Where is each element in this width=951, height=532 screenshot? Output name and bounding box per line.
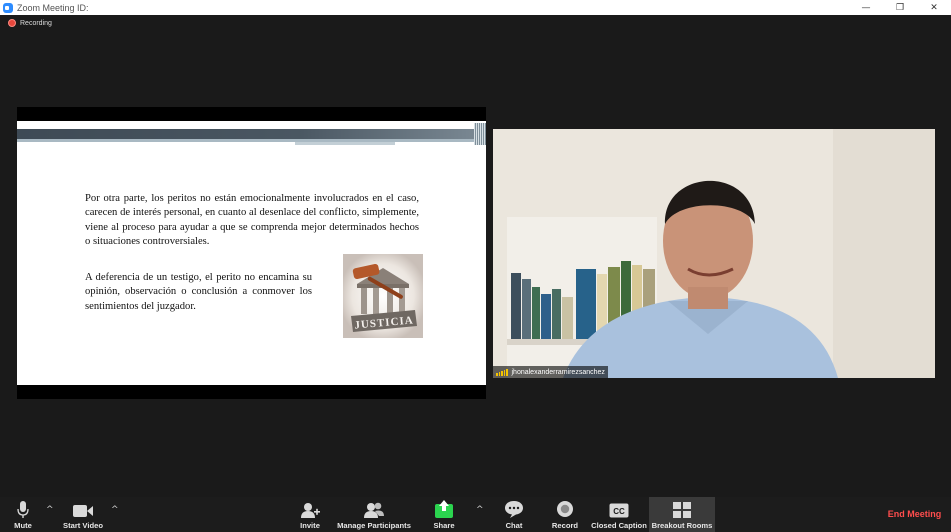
breakout-rooms-button[interactable]: Breakout Rooms (649, 497, 715, 532)
closed-caption-button[interactable]: CC Closed Caption (590, 497, 648, 532)
record-label: Record (551, 521, 579, 530)
recording-label: Recording (20, 19, 52, 27)
manage-participants-label: Manage Participants (337, 521, 411, 530)
close-button[interactable]: ✕ (917, 0, 951, 15)
shared-screen: Por otra parte, los peritos no están emo… (17, 107, 486, 399)
recording-dot-icon (8, 19, 16, 27)
title-bar: Zoom Meeting ID: — ❒ ✕ (0, 0, 951, 15)
signal-strength-icon (496, 368, 509, 376)
zoom-logo-icon (3, 2, 13, 13)
start-video-button[interactable]: Start Video (60, 497, 106, 532)
slide-paragraph-2: A deferencia de un testigo, el perito no… (85, 272, 312, 312)
closed-caption-icon: CC (609, 503, 629, 518)
invite-person-icon (301, 503, 320, 518)
video-camera-icon (73, 505, 93, 517)
share-screen-icon (435, 500, 453, 518)
end-meeting-button[interactable]: End Meeting (878, 509, 951, 519)
invite-button[interactable]: Invite (296, 497, 324, 532)
participant-video-frame (493, 129, 935, 378)
mute-label: Mute (14, 521, 32, 530)
start-video-label: Start Video (63, 521, 103, 530)
recording-indicator[interactable]: Recording (8, 19, 52, 27)
audio-options-caret-icon[interactable]: ^ (46, 505, 54, 515)
presentation-slide: Por otra parte, los peritos no están emo… (17, 121, 486, 385)
mute-button[interactable]: Mute (8, 497, 38, 532)
slide-header-stripes (474, 123, 486, 145)
slide-header-accent-short (295, 142, 395, 145)
slide-paragraph-1: Por otra parte, los peritos no están emo… (85, 193, 419, 247)
record-button[interactable]: Record (550, 497, 580, 532)
microphone-icon (17, 501, 29, 518)
record-icon (557, 501, 573, 517)
participant-video[interactable]: jhonalexanderramirezsanchez (493, 129, 935, 378)
justicia-gavel-image: JUSTICIA (343, 254, 423, 338)
video-options-caret-icon[interactable]: ^ (111, 505, 119, 515)
invite-label: Invite (300, 521, 320, 530)
window-title: Zoom Meeting ID: (17, 2, 89, 13)
minimize-button[interactable]: — (849, 0, 883, 15)
participants-icon (364, 502, 384, 518)
chat-button[interactable]: Chat (501, 497, 527, 532)
manage-participants-button[interactable]: Manage Participants (335, 497, 413, 532)
breakout-rooms-label: Breakout Rooms (651, 521, 713, 530)
closed-caption-label: Closed Caption (591, 521, 647, 530)
meeting-toolbar: Mute ^ Start Video ^ Invite Manage Parti… (0, 497, 951, 532)
svg-text:CC: CC (613, 507, 625, 516)
share-button[interactable]: Share (430, 497, 458, 532)
participant-name-tag: jhonalexanderramirezsanchez (493, 366, 608, 378)
chat-bubble-icon (505, 501, 523, 518)
chat-label: Chat (505, 521, 523, 530)
share-label: Share (433, 521, 455, 530)
participant-name: jhonalexanderramirezsanchez (511, 368, 605, 376)
slide-header-accent (17, 139, 486, 142)
breakout-rooms-icon (673, 502, 691, 518)
restore-button[interactable]: ❒ (883, 0, 917, 15)
share-options-caret-icon[interactable]: ^ (476, 505, 484, 515)
slide-header-band (17, 129, 486, 139)
window-controls: — ❒ ✕ (849, 0, 951, 15)
